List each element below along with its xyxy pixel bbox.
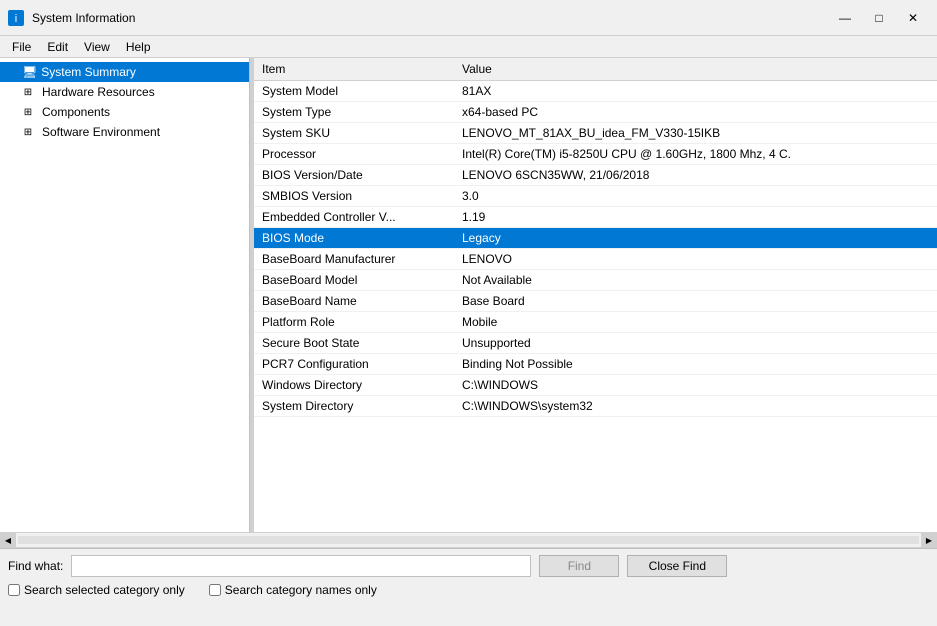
tree-icon-system-summary: 🖥: [22, 65, 37, 79]
find-label: Find what:: [8, 559, 63, 573]
table-cell-value: 1.19: [454, 207, 937, 228]
table-cell-value: 81AX: [454, 81, 937, 102]
expander-system-summary: [4, 64, 20, 80]
table-row[interactable]: Platform RoleMobile: [254, 312, 937, 333]
table-cell-value: Binding Not Possible: [454, 354, 937, 375]
expander-hardware-resources: ⊞: [20, 84, 36, 100]
table-cell-value: Not Available: [454, 270, 937, 291]
search-category-names-checkbox[interactable]: [209, 584, 221, 596]
tree-panel: 🖥 System Summary ⊞ Hardware Resources ⊞ …: [0, 58, 250, 532]
table-cell-value: Base Board: [454, 291, 937, 312]
column-header-value: Value: [454, 58, 937, 81]
table-row[interactable]: System Model81AX: [254, 81, 937, 102]
table-cell-item: BaseBoard Model: [254, 270, 454, 291]
table-cell-value: Legacy: [454, 228, 937, 249]
maximize-button[interactable]: □: [863, 8, 895, 28]
table-cell-value: C:\WINDOWS: [454, 375, 937, 396]
window-controls: — □ ✕: [829, 8, 929, 28]
table-header-row: Item Value: [254, 58, 937, 81]
find-input[interactable]: [71, 555, 531, 577]
table-cell-item: Windows Directory: [254, 375, 454, 396]
table-cell-item: BIOS Version/Date: [254, 165, 454, 186]
scroll-left-button[interactable]: ◀: [0, 532, 16, 548]
table-row[interactable]: BaseBoard ManufacturerLENOVO: [254, 249, 937, 270]
tree-label-system-summary: System Summary: [41, 65, 136, 79]
tree-label-software-environment: Software Environment: [42, 125, 160, 139]
title-bar-left: i System Information: [8, 10, 135, 26]
table-cell-item: Processor: [254, 144, 454, 165]
window-title: System Information: [32, 11, 135, 25]
table-row[interactable]: SMBIOS Version3.0: [254, 186, 937, 207]
table-cell-value: Intel(R) Core(TM) i5-8250U CPU @ 1.60GHz…: [454, 144, 937, 165]
table-cell-item: System SKU: [254, 123, 454, 144]
app-icon: i: [8, 10, 24, 26]
main-content: 🖥 System Summary ⊞ Hardware Resources ⊞ …: [0, 58, 937, 532]
scroll-right-button[interactable]: ▶: [921, 532, 937, 548]
menu-file[interactable]: File: [4, 38, 39, 56]
search-selected-category-text: Search selected category only: [24, 583, 185, 597]
table-panel: Item Value System Model81AXSystem Typex6…: [254, 58, 937, 532]
tree-item-components[interactable]: ⊞ Components: [0, 102, 249, 122]
table-cell-item: System Type: [254, 102, 454, 123]
table-row[interactable]: BaseBoard ModelNot Available: [254, 270, 937, 291]
table-row[interactable]: System DirectoryC:\WINDOWS\system32: [254, 396, 937, 417]
table-row[interactable]: Windows DirectoryC:\WINDOWS: [254, 375, 937, 396]
table-cell-item: Embedded Controller V...: [254, 207, 454, 228]
table-cell-value: 3.0: [454, 186, 937, 207]
menu-view[interactable]: View: [76, 38, 118, 56]
menu-edit[interactable]: Edit: [39, 38, 76, 56]
table-row[interactable]: BIOS ModeLegacy: [254, 228, 937, 249]
table-cell-value: Unsupported: [454, 333, 937, 354]
table-cell-value: LENOVO 6SCN35WW, 21/06/2018: [454, 165, 937, 186]
expander-components: ⊞: [20, 104, 36, 120]
table-cell-item: BIOS Mode: [254, 228, 454, 249]
table-cell-item: BaseBoard Manufacturer: [254, 249, 454, 270]
search-selected-category-label[interactable]: Search selected category only: [8, 583, 185, 597]
table-row[interactable]: Secure Boot StateUnsupported: [254, 333, 937, 354]
table-row[interactable]: BIOS Version/DateLENOVO 6SCN35WW, 21/06/…: [254, 165, 937, 186]
horizontal-scrollbar[interactable]: ◀ ▶: [0, 532, 937, 548]
close-find-button[interactable]: Close Find: [627, 555, 727, 577]
tree-item-system-summary[interactable]: 🖥 System Summary: [0, 62, 249, 82]
table-cell-item: System Model: [254, 81, 454, 102]
title-bar: i System Information — □ ✕: [0, 0, 937, 36]
table-row[interactable]: System SKULENOVO_MT_81AX_BU_idea_FM_V330…: [254, 123, 937, 144]
search-selected-category-checkbox[interactable]: [8, 584, 20, 596]
bottom-panel: Find what: Find Close Find Search select…: [0, 548, 937, 603]
menu-help[interactable]: Help: [118, 38, 159, 56]
table-row[interactable]: System Typex64-based PC: [254, 102, 937, 123]
table-cell-value: x64-based PC: [454, 102, 937, 123]
search-category-names-text: Search category names only: [225, 583, 377, 597]
menu-bar: File Edit View Help: [0, 36, 937, 58]
close-button[interactable]: ✕: [897, 8, 929, 28]
tree-label-hardware-resources: Hardware Resources: [42, 85, 155, 99]
table-cell-item: Platform Role: [254, 312, 454, 333]
table-row[interactable]: PCR7 ConfigurationBinding Not Possible: [254, 354, 937, 375]
tree-item-software-environment[interactable]: ⊞ Software Environment: [0, 122, 249, 142]
svg-text:i: i: [15, 13, 17, 25]
table-cell-value: LENOVO_MT_81AX_BU_idea_FM_V330-15IKB: [454, 123, 937, 144]
table-cell-value: C:\WINDOWS\system32: [454, 396, 937, 417]
table-row[interactable]: BaseBoard NameBase Board: [254, 291, 937, 312]
find-row: Find what: Find Close Find: [8, 555, 929, 577]
search-category-names-label[interactable]: Search category names only: [209, 583, 377, 597]
table-cell-value: LENOVO: [454, 249, 937, 270]
find-button[interactable]: Find: [539, 555, 619, 577]
checkbox-row: Search selected category only Search cat…: [8, 583, 929, 597]
tree-item-hardware-resources[interactable]: ⊞ Hardware Resources: [0, 82, 249, 102]
tree-label-components: Components: [42, 105, 110, 119]
table-cell-value: Mobile: [454, 312, 937, 333]
expander-software: ⊞: [20, 124, 36, 140]
table-row[interactable]: ProcessorIntel(R) Core(TM) i5-8250U CPU …: [254, 144, 937, 165]
minimize-button[interactable]: —: [829, 8, 861, 28]
table-cell-item: SMBIOS Version: [254, 186, 454, 207]
table-cell-item: PCR7 Configuration: [254, 354, 454, 375]
table-cell-item: BaseBoard Name: [254, 291, 454, 312]
table-cell-item: Secure Boot State: [254, 333, 454, 354]
table-row[interactable]: Embedded Controller V...1.19: [254, 207, 937, 228]
table-cell-item: System Directory: [254, 396, 454, 417]
scroll-track[interactable]: [18, 536, 919, 544]
column-header-item: Item: [254, 58, 454, 81]
info-table: Item Value System Model81AXSystem Typex6…: [254, 58, 937, 417]
